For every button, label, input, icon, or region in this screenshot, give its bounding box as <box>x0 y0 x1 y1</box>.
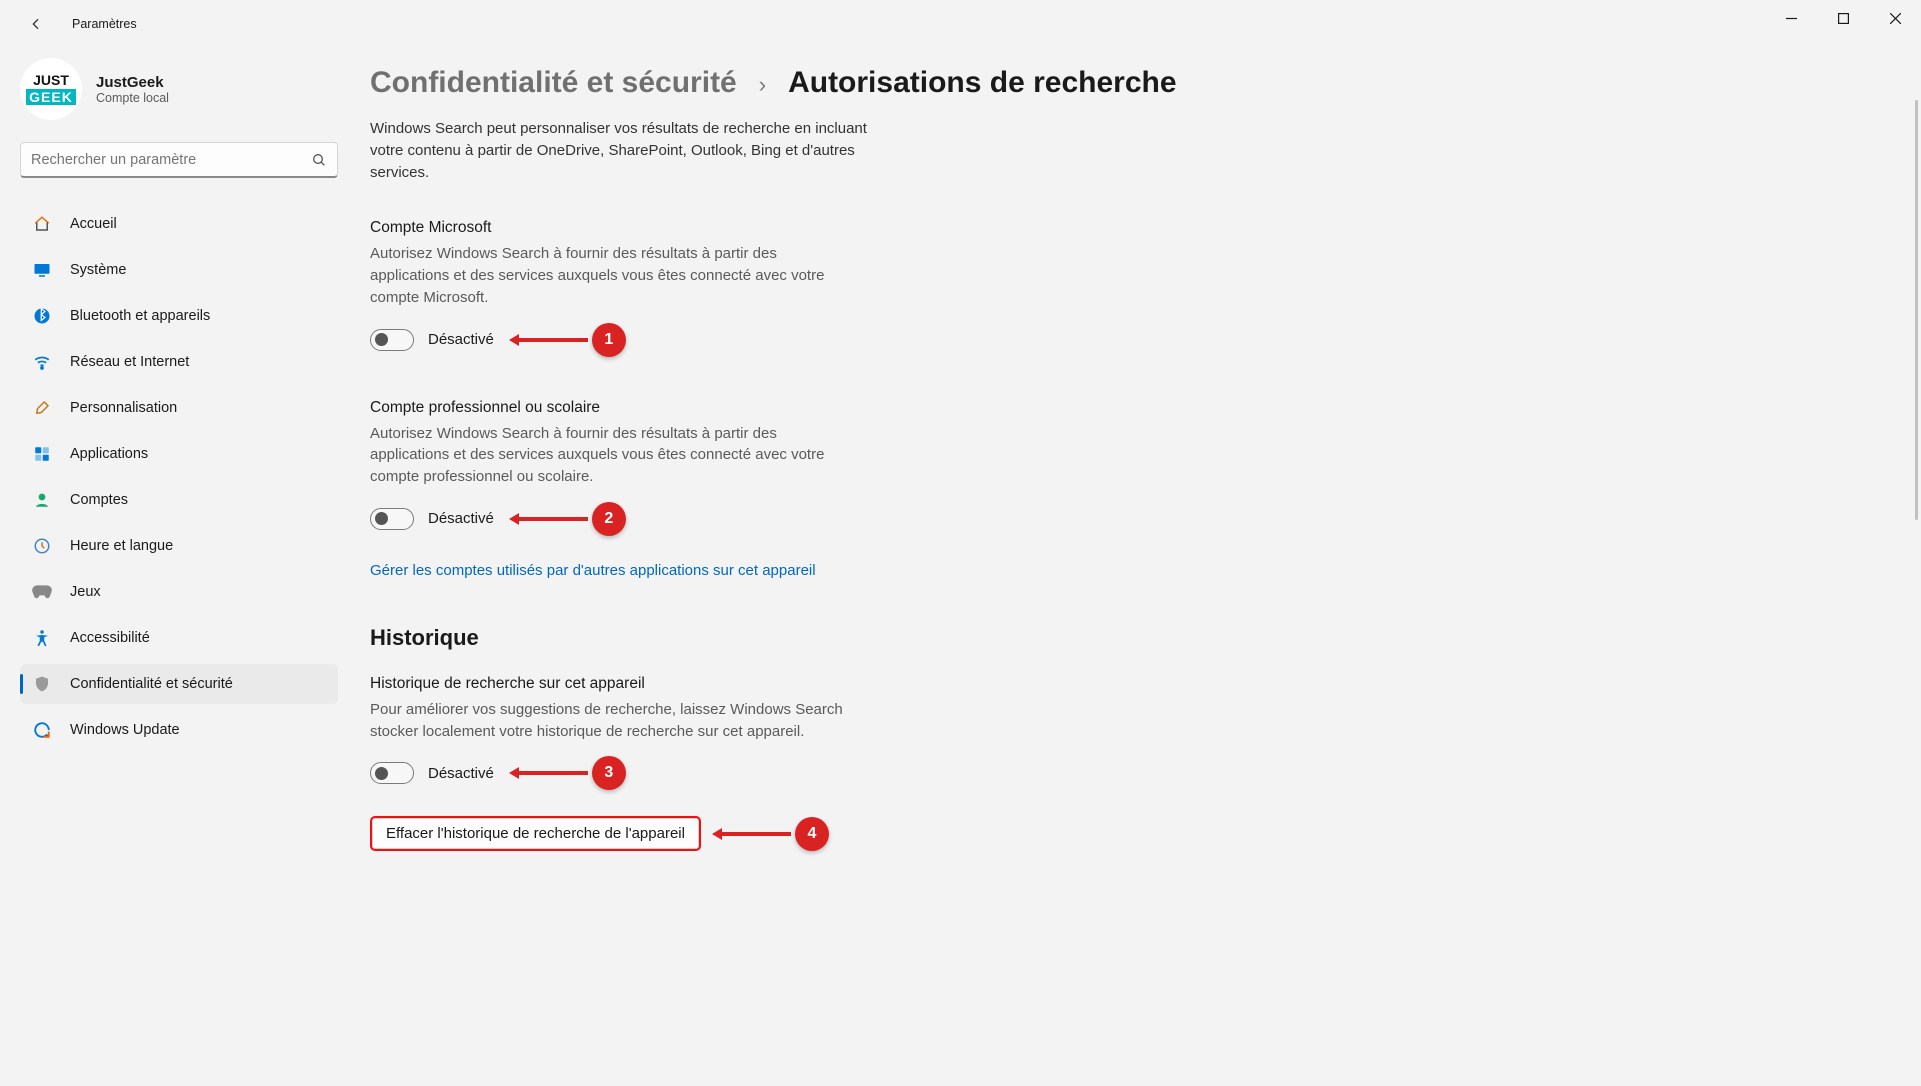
breadcrumb-current: Autorisations de recherche <box>788 66 1176 100</box>
annotation-2: 2 <box>518 502 626 536</box>
sidebar-item-label: Jeux <box>70 584 101 600</box>
work-account-desc: Autorisez Windows Search à fournir des r… <box>370 423 850 488</box>
work-account-toggle[interactable] <box>370 508 414 530</box>
bluetooth-icon <box>32 306 52 326</box>
search-input[interactable] <box>31 152 311 168</box>
ms-account-toggle[interactable] <box>370 329 414 351</box>
sidebar-item-label: Bluetooth et appareils <box>70 308 210 324</box>
content-area: Confidentialité et sécurité › Autorisati… <box>350 48 1921 1086</box>
profile-name: JustGeek <box>96 74 169 91</box>
sidebar-item-label: Réseau et Internet <box>70 354 189 370</box>
system-icon <box>32 260 52 280</box>
search-icon <box>311 152 327 168</box>
app-title: Paramètres <box>72 17 137 31</box>
close-button[interactable] <box>1869 0 1921 36</box>
sidebar-item-label: Confidentialité et sécurité <box>70 676 233 692</box>
sidebar-item-applications[interactable]: Applications <box>20 434 338 474</box>
search-box[interactable] <box>20 142 338 178</box>
sidebar-item-reseau[interactable]: Réseau et Internet <box>20 342 338 382</box>
profile-block[interactable]: JUST GEEK JustGeek Compte local <box>20 58 350 120</box>
avatar-line1: JUST <box>33 73 69 87</box>
avatar-line2: GEEK <box>26 89 76 105</box>
sidebar-item-label: Système <box>70 262 126 278</box>
annotation-badge-4: 4 <box>795 817 829 851</box>
minimize-button[interactable] <box>1765 0 1817 36</box>
annotation-1: 1 <box>518 323 626 357</box>
ms-account-desc: Autorisez Windows Search à fournir des r… <box>370 243 850 308</box>
sidebar-item-label: Accueil <box>70 216 117 232</box>
sidebar-item-accueil[interactable]: Accueil <box>20 204 338 244</box>
sidebar-item-personnalisation[interactable]: Personnalisation <box>20 388 338 428</box>
sidebar-item-label: Comptes <box>70 492 128 508</box>
wifi-icon <box>32 352 52 372</box>
annotation-4: 4 <box>721 817 829 851</box>
shield-icon <box>32 674 52 694</box>
clear-history-button[interactable]: Effacer l'historique de recherche de l'a… <box>370 816 701 851</box>
annotation-3: 3 <box>518 756 626 790</box>
update-icon <box>32 720 52 740</box>
breadcrumb-parent[interactable]: Confidentialité et sécurité <box>370 66 737 100</box>
device-history-desc: Pour améliorer vos suggestions de recher… <box>370 699 870 743</box>
device-history-toggle[interactable] <box>370 762 414 784</box>
scrollbar[interactable] <box>1915 100 1918 520</box>
sidebar-item-jeux[interactable]: Jeux <box>20 572 338 612</box>
sidebar-item-systeme[interactable]: Système <box>20 250 338 290</box>
nav-list: Accueil Système Bluetooth et appareils R… <box>20 204 338 750</box>
intro-text: Windows Search peut personnaliser vos ré… <box>370 118 870 183</box>
sidebar-item-comptes[interactable]: Comptes <box>20 480 338 520</box>
annotation-badge-3: 3 <box>592 756 626 790</box>
annotation-badge-2: 2 <box>592 502 626 536</box>
back-button[interactable] <box>18 6 54 42</box>
ms-account-title: Compte Microsoft <box>370 219 1881 237</box>
work-account-title: Compte professionnel ou scolaire <box>370 399 1881 417</box>
sidebar-item-label: Applications <box>70 446 148 462</box>
gamepad-icon <box>32 582 52 602</box>
sidebar-item-label: Heure et langue <box>70 538 173 554</box>
home-icon <box>32 214 52 234</box>
sidebar-item-label: Accessibilité <box>70 630 150 646</box>
sidebar-item-bluetooth[interactable]: Bluetooth et appareils <box>20 296 338 336</box>
brush-icon <box>32 398 52 418</box>
sidebar-item-accessibilite[interactable]: Accessibilité <box>20 618 338 658</box>
sidebar-item-confidentialite[interactable]: Confidentialité et sécurité <box>20 664 338 704</box>
apps-icon <box>32 444 52 464</box>
ms-account-toggle-label: Désactivé <box>428 331 494 348</box>
window-controls <box>1765 0 1921 36</box>
breadcrumb: Confidentialité et sécurité › Autorisati… <box>370 66 1881 100</box>
manage-accounts-link[interactable]: Gérer les comptes utilisés par d'autres … <box>370 562 816 579</box>
sidebar: JUST GEEK JustGeek Compte local Accueil … <box>0 48 350 1086</box>
accessibility-icon <box>32 628 52 648</box>
person-icon <box>32 490 52 510</box>
avatar: JUST GEEK <box>20 58 82 120</box>
device-history-toggle-label: Désactivé <box>428 765 494 782</box>
device-history-title: Historique de recherche sur cet appareil <box>370 675 1881 693</box>
titlebar: Paramètres <box>0 0 1921 48</box>
sidebar-item-heure[interactable]: Heure et langue <box>20 526 338 566</box>
profile-subtitle: Compte local <box>96 91 169 105</box>
sidebar-item-label: Personnalisation <box>70 400 177 416</box>
annotation-badge-1: 1 <box>592 323 626 357</box>
sidebar-item-label: Windows Update <box>70 722 180 738</box>
history-heading: Historique <box>370 625 1881 651</box>
work-account-toggle-label: Désactivé <box>428 510 494 527</box>
clock-icon <box>32 536 52 556</box>
maximize-button[interactable] <box>1817 0 1869 36</box>
sidebar-item-update[interactable]: Windows Update <box>20 710 338 750</box>
chevron-right-icon: › <box>759 72 766 98</box>
